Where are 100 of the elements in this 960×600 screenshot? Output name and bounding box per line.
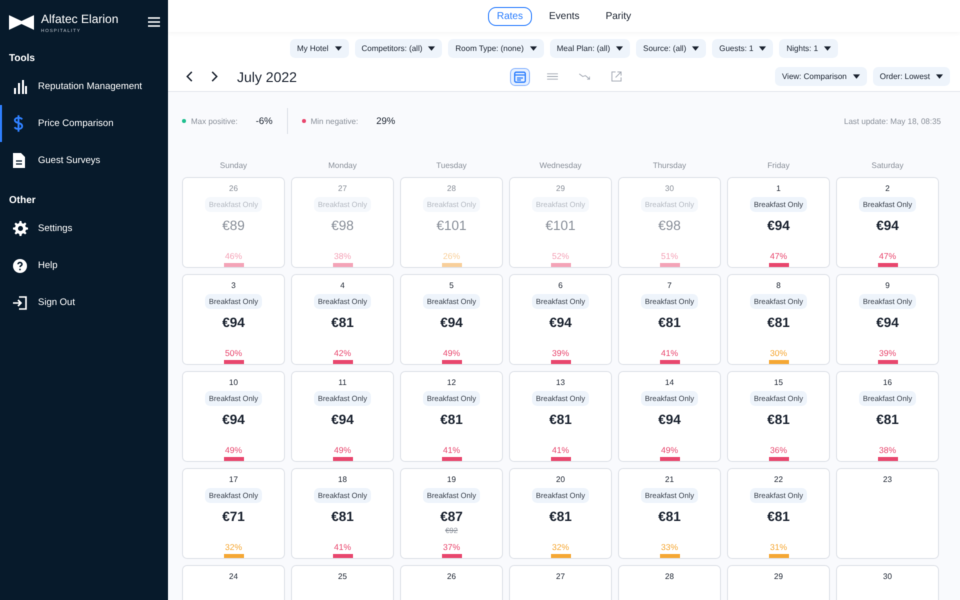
section-title: Tools bbox=[8, 53, 36, 64]
day-card[interactable]: 25 bbox=[291, 565, 394, 600]
next-icon[interactable] bbox=[210, 71, 218, 82]
stat-label: Max positive: bbox=[191, 116, 238, 126]
caret-icon bbox=[428, 46, 436, 51]
nav-item[interactable]: Settings bbox=[0, 210, 168, 247]
sign-out-icon bbox=[13, 296, 27, 310]
percent-difference: 46% bbox=[224, 251, 242, 261]
filter-dropdown[interactable]: My Hotel bbox=[290, 39, 348, 58]
weekday-label: Sunday bbox=[218, 160, 248, 171]
price: €81 bbox=[658, 315, 681, 330]
tab[interactable]: Events bbox=[540, 7, 589, 26]
day-card[interactable]: 24 bbox=[182, 565, 285, 600]
price: €81 bbox=[549, 412, 572, 427]
day-number: 22 bbox=[774, 475, 783, 484]
caret-icon bbox=[692, 46, 700, 51]
day-number: 8 bbox=[776, 281, 781, 290]
day-number: 26 bbox=[447, 572, 456, 581]
filter-dropdown[interactable]: Meal Plan: (all) bbox=[550, 39, 630, 58]
caret-icon bbox=[530, 46, 537, 51]
percent-difference: 41% bbox=[660, 348, 678, 358]
price: €81 bbox=[767, 509, 790, 524]
price: €94 bbox=[767, 218, 790, 233]
day-number: 1 bbox=[776, 184, 781, 193]
nav-item[interactable]: Help bbox=[0, 247, 168, 284]
day-card[interactable]: 28 bbox=[618, 565, 721, 600]
weekday-label: Friday bbox=[766, 160, 791, 171]
filter-dropdown[interactable]: Competitors: (all) bbox=[354, 39, 442, 58]
day-number: 25 bbox=[338, 572, 347, 581]
day-card[interactable]: 26 bbox=[400, 565, 503, 600]
filter-dropdown[interactable]: Room Type: (none) bbox=[448, 39, 544, 58]
help-icon bbox=[13, 258, 27, 272]
price: €94 bbox=[549, 315, 572, 330]
percent-difference: 49% bbox=[660, 445, 678, 455]
day-number: 29 bbox=[556, 184, 565, 193]
day-card[interactable]: 27 bbox=[509, 565, 612, 600]
percent-difference: 32% bbox=[552, 542, 569, 552]
price: €101 bbox=[545, 218, 576, 233]
day-card[interactable]: 30 bbox=[836, 565, 939, 600]
day-card[interactable]: 23 bbox=[836, 468, 939, 559]
percent-difference: 39% bbox=[878, 348, 896, 358]
stat-value: 29% bbox=[376, 116, 396, 126]
price: €81 bbox=[658, 509, 681, 524]
percent-difference: 38% bbox=[878, 445, 896, 455]
day-number: 29 bbox=[774, 572, 783, 581]
percent-difference: 47% bbox=[878, 251, 896, 261]
weekday-label: Thursday bbox=[652, 160, 688, 171]
previous-icon[interactable] bbox=[186, 71, 194, 82]
caret-icon bbox=[334, 46, 342, 51]
dollar-icon bbox=[13, 115, 24, 132]
price: €81 bbox=[331, 509, 354, 524]
nav-item[interactable]: Reputation Management bbox=[0, 68, 168, 105]
caret-icon bbox=[759, 46, 766, 51]
settings-icon bbox=[13, 221, 28, 236]
day-number: 28 bbox=[447, 184, 456, 193]
day-number: 5 bbox=[449, 281, 454, 290]
nav-item[interactable]: Sign Out bbox=[0, 284, 168, 321]
percent-difference: 47% bbox=[770, 251, 787, 261]
options-dropdown[interactable]: View: Comparison bbox=[774, 67, 867, 86]
percent-difference: 50% bbox=[224, 348, 242, 358]
percent-difference: 49% bbox=[224, 445, 242, 455]
price: €81 bbox=[331, 315, 354, 330]
day-number: 23 bbox=[883, 475, 892, 484]
price: €81 bbox=[876, 412, 899, 427]
percent-difference: 42% bbox=[334, 348, 351, 358]
percent-difference: 38% bbox=[334, 251, 351, 261]
tab[interactable]: Parity bbox=[596, 7, 640, 26]
day-number: 21 bbox=[665, 475, 674, 484]
day-card[interactable]: 29 bbox=[727, 565, 830, 600]
percent-difference: 32% bbox=[224, 542, 242, 552]
day-number: 14 bbox=[665, 378, 674, 387]
external-link-icon bbox=[610, 71, 622, 82]
view-toggle[interactable] bbox=[510, 68, 530, 86]
percent-difference: 41% bbox=[442, 445, 460, 455]
filter-dropdown[interactable]: Source: (all) bbox=[636, 39, 706, 58]
tab[interactable]: Rates bbox=[488, 7, 532, 26]
percent-difference: 52% bbox=[552, 251, 569, 261]
percent-difference: 49% bbox=[334, 445, 351, 455]
day-number: 12 bbox=[447, 378, 456, 387]
day-number: 24 bbox=[229, 572, 238, 581]
price: €94 bbox=[876, 315, 899, 330]
price: €94 bbox=[222, 315, 245, 330]
price: €94 bbox=[222, 412, 245, 427]
percent-difference: 49% bbox=[442, 348, 460, 358]
menu-icon[interactable] bbox=[148, 17, 160, 27]
price: €71 bbox=[222, 509, 245, 524]
caret-icon bbox=[824, 46, 832, 51]
day-number: 20 bbox=[556, 475, 565, 484]
bowtie-logo-icon bbox=[9, 14, 34, 30]
day-number: 28 bbox=[665, 572, 674, 581]
day-number: 30 bbox=[665, 184, 674, 193]
price: €98 bbox=[331, 218, 354, 233]
nav-item[interactable]: Guest Surveys bbox=[0, 142, 168, 179]
price: €101 bbox=[436, 218, 467, 233]
options-dropdown[interactable]: Order: Lowest bbox=[872, 67, 950, 86]
day-number: 10 bbox=[229, 378, 238, 387]
filter-dropdown[interactable]: Nights: 1 bbox=[779, 39, 838, 58]
day-number: 16 bbox=[883, 378, 892, 387]
filter-dropdown[interactable]: Guests: 1 bbox=[712, 39, 774, 58]
percent-difference: 33% bbox=[660, 542, 678, 552]
